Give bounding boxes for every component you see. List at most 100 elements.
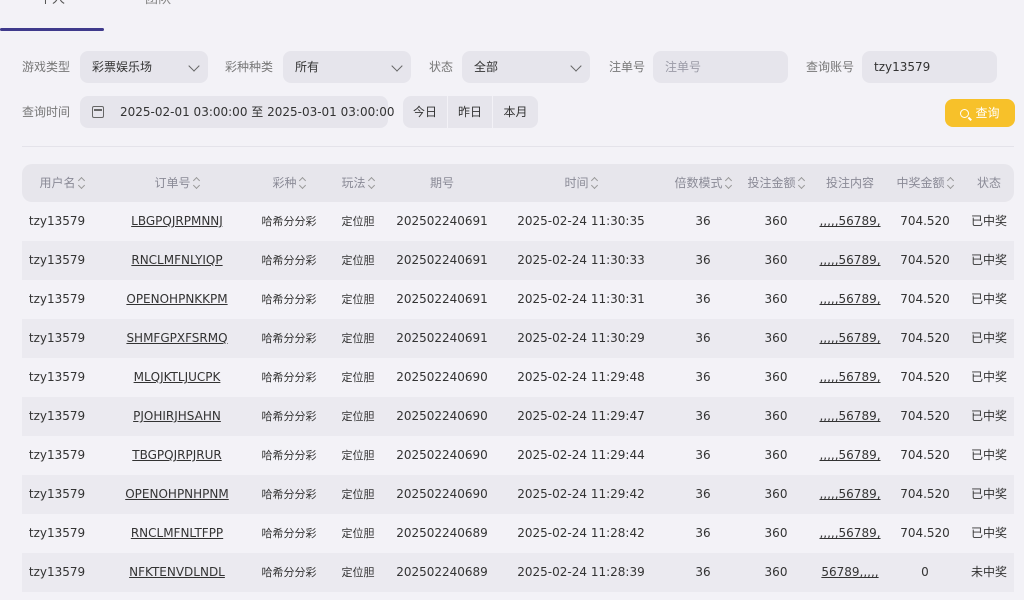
this-month-button[interactable]: 本月 — [493, 96, 538, 128]
chevron-down-icon — [391, 60, 403, 72]
cell-multiplier: 36 — [695, 370, 711, 384]
table-row: tzy13579 NFKTENVDLNDL 哈希分分彩 定位胆 202502240689… — [22, 553, 1014, 592]
cell-play: 定位胆 — [341, 488, 375, 501]
cell-issue: 202502240690 — [396, 487, 488, 501]
header-win-amount-label: 中奖金额 — [896, 176, 945, 190]
account-label: 查询账号 — [806, 60, 855, 74]
quick-date-group: 今日 昨日 本月 — [403, 96, 538, 128]
header-time[interactable]: 时间 — [494, 164, 668, 202]
header-username[interactable]: 用户名 — [22, 164, 102, 202]
cell-bet-content[interactable]: ,,,,,56789, — [814, 436, 886, 475]
yesterday-button[interactable]: 昨日 — [448, 96, 493, 128]
query-button-label: 查询 — [975, 106, 1000, 120]
header-multiplier[interactable]: 倍数模式 — [668, 164, 738, 202]
cell-time: 2025-02-24 11:28:39 — [517, 565, 645, 579]
sort-icon — [947, 178, 954, 188]
cell-username: tzy13579 — [28, 409, 86, 423]
cell-bet-amount: 360 — [764, 292, 788, 306]
cell-bet-content[interactable]: ,,,,,56789, — [814, 475, 886, 514]
header-bet-content-label: 投注内容 — [825, 176, 874, 190]
cell-multiplier: 36 — [695, 409, 711, 423]
lottery-type-value: 所有 — [295, 60, 320, 74]
cell-multiplier: 36 — [695, 253, 711, 267]
cell-order-number[interactable]: RNCLMFNLTFPP — [102, 514, 252, 553]
header-play[interactable]: 玩法 — [326, 164, 390, 202]
cell-multiplier: 36 — [695, 292, 711, 306]
cell-bet-content[interactable]: ,,,,,56789, — [814, 397, 886, 436]
game-type-label: 游戏类型 — [22, 60, 71, 74]
cell-bet-amount: 360 — [764, 526, 788, 540]
cell-win-amount: 704.520 — [900, 331, 950, 345]
cell-bet-content[interactable]: ,,,,,56789, — [814, 241, 886, 280]
table-header: 用户名 订单号 彩种 玩法 期号 时间 倍数模式 投注金额 投注内容 中奖金额 … — [22, 164, 1014, 202]
cell-play: 定位胆 — [341, 566, 375, 579]
header-win-amount[interactable]: 中奖金额 — [886, 164, 964, 202]
cell-win-amount: 704.520 — [900, 448, 950, 462]
cell-win-amount: 704.520 — [900, 292, 950, 306]
tab-personal[interactable]: 个人 — [0, 0, 104, 30]
cell-username: tzy13579 — [28, 292, 86, 306]
tab-bar: 个人 团队 — [0, 0, 1024, 32]
header-issue: 期号 — [390, 164, 494, 202]
cell-multiplier: 36 — [695, 331, 711, 345]
table-row: tzy13579 RNCLMFNLYIQP 哈希分分彩 定位胆 202502240691… — [22, 241, 1014, 280]
query-button[interactable]: 查询 — [945, 99, 1015, 127]
header-bet-amount-label: 投注金额 — [747, 176, 796, 190]
cell-lottery: 哈希分分彩 — [261, 410, 317, 423]
status-select[interactable]: 全部 — [462, 51, 590, 83]
cell-order-number[interactable]: MLQJKTLJUCPK — [102, 358, 252, 397]
date-range-value: 2025-02-01 03:00:00 至 2025-03-01 03:00:0… — [120, 105, 395, 119]
status-label: 状态 — [429, 60, 454, 74]
tab-team-label: 团队 — [145, 0, 171, 6]
cell-play: 定位胆 — [341, 449, 375, 462]
header-status: 状态 — [964, 164, 1014, 202]
cell-order-number[interactable]: PJOHIRJHSAHN — [102, 397, 252, 436]
tab-team[interactable]: 团队 — [118, 0, 198, 30]
game-type-select[interactable]: 彩票娱乐场 — [80, 51, 208, 83]
cell-win-amount: 0 — [921, 565, 929, 579]
cell-lottery: 哈希分分彩 — [261, 488, 317, 501]
cell-time: 2025-02-24 11:30:31 — [517, 292, 645, 306]
today-button[interactable]: 今日 — [403, 96, 448, 128]
header-lottery[interactable]: 彩种 — [252, 164, 326, 202]
table-row: tzy13579 PJOHIRJHSAHN 哈希分分彩 定位胆 202502240690… — [22, 397, 1014, 436]
cell-lottery: 哈希分分彩 — [261, 293, 317, 306]
account-input[interactable]: tzy13579 — [862, 51, 997, 83]
order-number-input[interactable]: 注单号 — [653, 51, 788, 83]
cell-bet-content[interactable]: ,,,,,56789, — [814, 358, 886, 397]
lottery-type-select[interactable]: 所有 — [283, 51, 411, 83]
cell-bet-content[interactable]: 56789,,,,, — [814, 553, 886, 592]
header-bet-amount[interactable]: 投注金额 — [738, 164, 814, 202]
cell-issue: 202502240689 — [396, 565, 488, 579]
cell-win-amount: 704.520 — [900, 253, 950, 267]
sort-icon — [591, 178, 598, 188]
cell-bet-amount: 360 — [764, 370, 788, 384]
cell-bet-content[interactable]: ,,,,,56789, — [814, 202, 886, 241]
cell-username: tzy13579 — [28, 487, 86, 501]
header-order-number-label: 订单号 — [154, 176, 191, 190]
cell-bet-content[interactable]: ,,,,,56789, — [814, 280, 886, 319]
cell-order-number[interactable]: OPENOHPNHPNM — [102, 475, 252, 514]
cell-order-number[interactable]: TBGPQJRPJRUR — [102, 436, 252, 475]
cell-win-amount: 704.520 — [900, 487, 950, 501]
cell-order-number[interactable]: RNCLMFNLYIQP — [102, 241, 252, 280]
cell-order-number[interactable]: OPENOHPNKKPM — [102, 280, 252, 319]
cell-order-number[interactable]: SHMFGPXFSRMQ — [102, 319, 252, 358]
cell-order-number[interactable]: LBGPQJRPMNNJ — [102, 202, 252, 241]
cell-issue: 202502240690 — [396, 409, 488, 423]
date-range-picker[interactable]: 2025-02-01 03:00:00 至 2025-03-01 03:00:0… — [80, 96, 395, 128]
sort-icon — [299, 178, 306, 188]
table-row: tzy13579 RNCLMFNLTFPP 哈希分分彩 定位胆 202502240689… — [22, 514, 1014, 553]
header-status-label: 状态 — [976, 176, 1001, 190]
cell-bet-content[interactable]: ,,,,,56789, — [814, 514, 886, 553]
header-order-number[interactable]: 订单号 — [102, 164, 252, 202]
cell-issue: 202502240691 — [396, 214, 488, 228]
cell-username: tzy13579 — [28, 331, 86, 345]
cell-bet-content[interactable]: ,,,,,56789, — [814, 319, 886, 358]
table-row: tzy13579 SHMFGPXFSRMQ 哈希分分彩 定位胆 202502240691… — [22, 319, 1014, 358]
cell-username: tzy13579 — [28, 253, 86, 267]
table-body: tzy13579 LBGPQJRPMNNJ 哈希分分彩 定位胆 202502240691… — [22, 202, 1014, 592]
cell-status: 未中奖 — [970, 565, 1007, 579]
cell-order-number[interactable]: NFKTENVDLNDL — [102, 553, 252, 592]
sort-icon — [78, 178, 85, 188]
